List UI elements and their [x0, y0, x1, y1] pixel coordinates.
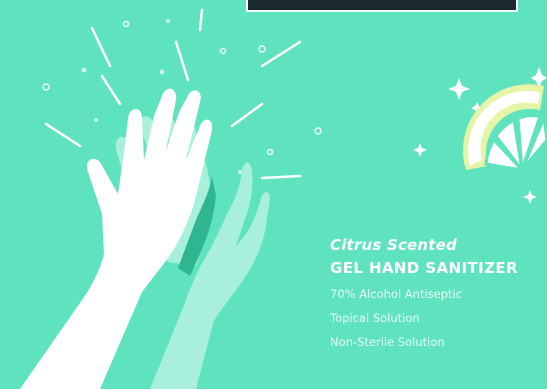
citrus-slice-icon — [462, 84, 547, 173]
detail-non-sterile: Non-Sterile Solution — [330, 335, 445, 349]
product-text: Citrus Scented GEL HAND SANITIZER 70% Al… — [330, 236, 544, 350]
scent-label: Citrus Scented — [330, 236, 457, 254]
product-name: GEL HAND SANITIZER — [330, 259, 518, 277]
detail-topical: Topical Solution — [330, 311, 420, 325]
sanitizer-label: Citrus Scented GEL HAND SANITIZER 70% Al… — [0, 0, 547, 389]
detail-alcohol: 70% Alcohol Antiseptic — [330, 287, 463, 301]
